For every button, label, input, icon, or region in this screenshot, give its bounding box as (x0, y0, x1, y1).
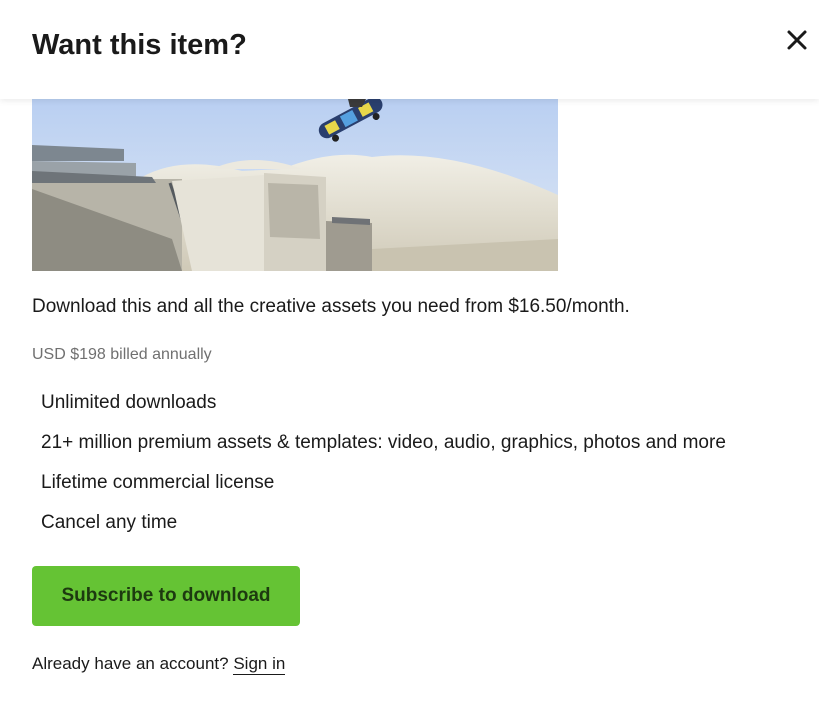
close-button[interactable] (781, 24, 813, 56)
signin-row: Already have an account? Sign in (32, 651, 286, 677)
skatepark-photo (32, 99, 558, 271)
modal-header: Want this item? (0, 0, 819, 99)
signin-link[interactable]: Sign in (233, 654, 286, 675)
offer-pitch: Download this and all the creative asset… (32, 296, 630, 317)
account-prompt: Already have an account? (32, 654, 229, 673)
subscribe-modal: Want this item? Download this and all th… (0, 0, 819, 706)
feature-list: Unlimited downloads 21+ million premium … (41, 389, 726, 549)
feature-item: Cancel any time (41, 512, 178, 533)
feature-item: 21+ million premium assets & templates: … (41, 432, 726, 453)
feature-item: Unlimited downloads (41, 392, 217, 413)
modal-title: Want this item? (32, 29, 247, 61)
item-preview-image (32, 99, 558, 271)
feature-item: Lifetime commercial license (41, 472, 275, 493)
close-icon (787, 30, 807, 50)
billing-note: USD $198 billed annually (32, 346, 212, 363)
subscribe-button[interactable]: Subscribe to download (32, 566, 300, 626)
